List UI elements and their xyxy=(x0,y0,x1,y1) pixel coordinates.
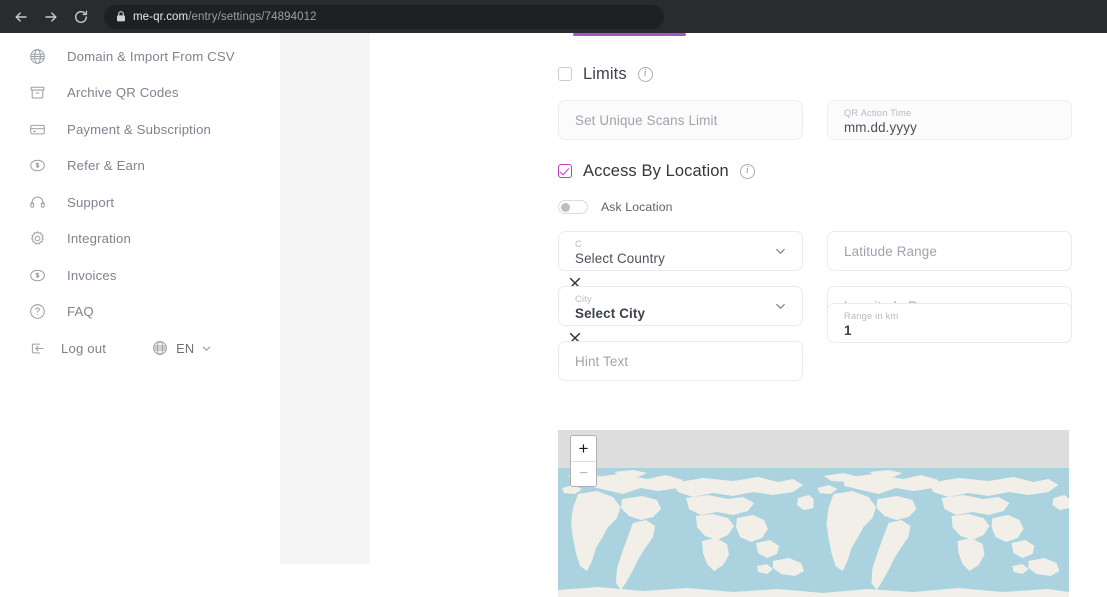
sidebar-item-invoices[interactable]: Invoices xyxy=(0,257,280,294)
map-zoom-in-button[interactable]: + xyxy=(571,436,596,461)
sidebar-item-payment-subscription[interactable]: Payment & Subscription xyxy=(0,111,280,148)
logout-icon[interactable] xyxy=(28,339,47,358)
country-label: C xyxy=(575,239,582,250)
city-col: City Select City xyxy=(558,286,803,346)
chevron-down-icon[interactable] xyxy=(774,300,787,313)
sidebar-footer: Log out EN xyxy=(0,330,280,367)
access-by-location-title: Access By Location xyxy=(583,161,729,180)
globe-icon xyxy=(28,47,47,66)
sidebar-item-faq[interactable]: FAQ xyxy=(0,294,280,331)
globe-icon xyxy=(150,339,169,358)
sidebar: Domain & Import From CSV Archive QR Code… xyxy=(0,33,280,564)
limits-section-header: Limits i xyxy=(558,63,1070,85)
qr-action-time-input[interactable]: QR Action Time mm.dd.yyyy xyxy=(827,100,1072,140)
back-icon[interactable] xyxy=(6,2,36,32)
question-circle-icon xyxy=(28,302,47,321)
latitude-col: Latitude Range xyxy=(827,231,1072,291)
country-col: C Select Country xyxy=(558,231,803,291)
scans-limit-col: Set Unique Scans Limit xyxy=(558,100,803,140)
url-host: me-qr.com xyxy=(133,10,189,23)
address-bar[interactable]: me-qr.com/entry/settings/74894012 xyxy=(104,4,664,29)
country-latitude-row: C Select Country Latitude Range xyxy=(558,231,1072,291)
country-value: Select Country xyxy=(575,251,665,267)
location-map[interactable]: + − xyxy=(558,430,1069,597)
browser-toolbar: me-qr.com/entry/settings/74894012 xyxy=(0,0,1107,33)
url-path: /entry/settings/74894012 xyxy=(188,10,317,23)
sidebar-item-support[interactable]: Support xyxy=(0,184,280,221)
city-select[interactable]: City Select City xyxy=(558,286,803,326)
sidebar-item-refer-earn[interactable]: Refer & Earn xyxy=(0,148,280,185)
gear-icon xyxy=(28,229,47,248)
latitude-range-input[interactable]: Latitude Range xyxy=(827,231,1072,271)
map-zoom-controls: + − xyxy=(570,435,597,487)
sidebar-item-archive-qr-codes[interactable]: Archive QR Codes xyxy=(0,75,280,112)
map-landmasses xyxy=(558,470,1069,597)
qr-action-time-col: QR Action Time mm.dd.yyyy xyxy=(827,100,1072,140)
toggle-knob xyxy=(560,202,570,212)
info-icon[interactable]: i xyxy=(739,163,755,179)
range-km-col: Range in km 1 xyxy=(827,303,1072,381)
archive-icon xyxy=(28,83,47,102)
sidebar-item-integration[interactable]: Integration xyxy=(0,221,280,258)
hint-text-placeholder: Hint Text xyxy=(575,353,629,369)
ask-location-label: Ask Location xyxy=(601,200,673,214)
info-icon[interactable]: i xyxy=(637,66,653,82)
country-select[interactable]: C Select Country xyxy=(558,231,803,271)
url-text: me-qr.com/entry/settings/74894012 xyxy=(133,11,317,23)
logout-label[interactable]: Log out xyxy=(61,341,106,356)
settings-form: Limits i Set Unique Scans Limit QR Actio… xyxy=(370,33,1107,381)
sidebar-item-label: Archive QR Codes xyxy=(67,85,179,101)
sidebar-item-label: FAQ xyxy=(67,304,94,320)
chevron-down-icon[interactable] xyxy=(774,245,787,258)
language-label: EN xyxy=(176,340,195,356)
chevron-down-icon xyxy=(201,343,212,354)
hint-range-row: Hint Text Range in km 1 xyxy=(558,303,1072,381)
map-zoom-out-button[interactable]: − xyxy=(571,461,596,486)
secondary-panel xyxy=(280,33,370,564)
page-body: Domain & Import From CSV Archive QR Code… xyxy=(0,33,1107,597)
dollar-circle-icon xyxy=(28,156,47,175)
sidebar-item-label: Refer & Earn xyxy=(67,158,146,174)
invoice-icon xyxy=(28,266,47,285)
forward-icon[interactable] xyxy=(36,2,66,32)
limits-fields-row: Set Unique Scans Limit QR Action Time mm… xyxy=(558,100,1072,140)
ask-location-toggle-row: Ask Location xyxy=(558,196,1070,218)
sidebar-item-label: Payment & Subscription xyxy=(67,121,212,137)
limits-checkbox[interactable] xyxy=(558,67,572,81)
language-selector[interactable]: EN xyxy=(150,339,212,358)
range-in-km-value: 1 xyxy=(844,323,852,339)
city-label: City xyxy=(575,294,592,305)
range-in-km-input[interactable]: Range in km 1 xyxy=(827,303,1072,343)
access-by-location-checkbox[interactable] xyxy=(558,164,572,178)
sidebar-item-label: Invoices xyxy=(67,267,117,283)
limits-title: Limits xyxy=(583,64,627,83)
unique-scans-limit-input[interactable]: Set Unique Scans Limit xyxy=(558,100,803,140)
lock-icon xyxy=(116,11,126,22)
range-in-km-label: Range in km xyxy=(844,311,899,322)
credit-card-icon xyxy=(28,120,47,139)
map-ocean xyxy=(558,468,1069,597)
sidebar-item-label: Domain & Import From CSV xyxy=(67,48,235,64)
headset-icon xyxy=(28,193,47,212)
sidebar-item-label: Support xyxy=(67,194,115,210)
sidebar-item-label: Integration xyxy=(67,231,131,247)
city-value: Select City xyxy=(575,306,646,322)
qr-action-time-label: QR Action Time xyxy=(844,108,912,119)
sidebar-item-domain-import[interactable]: Domain & Import From CSV xyxy=(0,38,280,75)
latitude-range-placeholder: Latitude Range xyxy=(844,243,937,259)
ask-location-toggle[interactable] xyxy=(558,200,588,214)
unique-scans-limit-placeholder: Set Unique Scans Limit xyxy=(575,112,718,128)
reload-icon[interactable] xyxy=(66,2,96,32)
hint-text-input[interactable]: Hint Text xyxy=(558,341,803,381)
hint-text-col: Hint Text xyxy=(558,341,803,381)
access-by-location-section-header: Access By Location i xyxy=(558,160,1070,182)
qr-action-time-value: mm.dd.yyyy xyxy=(844,120,917,136)
